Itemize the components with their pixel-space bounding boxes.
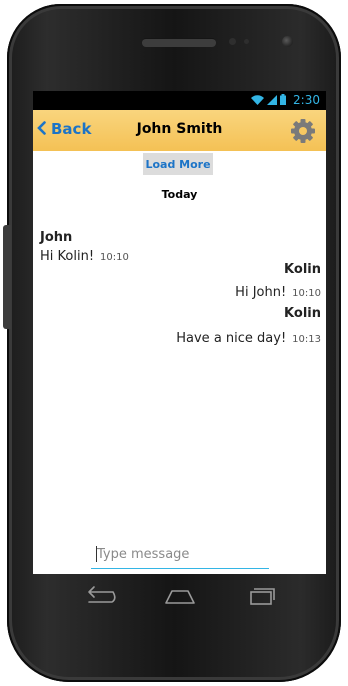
message-bubble: Hi Kolin! 10:10 [40, 249, 129, 264]
message-text: Hi Kolin! [40, 249, 95, 264]
earpiece-speaker [142, 38, 216, 47]
system-nav-bar [33, 574, 326, 620]
message-composer [91, 541, 269, 569]
wifi-icon [251, 95, 264, 105]
message-sender: Kolin [284, 306, 321, 321]
message-time: 10:10 [100, 252, 129, 263]
message-text: Have a nice day! [176, 331, 287, 346]
message-bubble: Have a nice day! 10:13 [176, 331, 321, 346]
message-bubble: Hi John! 10:10 [235, 285, 321, 300]
proximity-sensor [229, 38, 236, 45]
side-volume-button [3, 225, 11, 329]
conversation-title: John Smith [136, 121, 223, 137]
text-cursor [96, 546, 97, 562]
signal-icon [267, 95, 277, 105]
message-sender: John [40, 230, 73, 245]
home-icon[interactable] [160, 584, 200, 610]
status-time: 2:30 [293, 93, 320, 107]
app-bar: Back John Smith [33, 110, 326, 151]
message-time: 10:13 [292, 334, 321, 345]
recent-apps-icon[interactable] [241, 584, 281, 610]
back-nav-icon[interactable] [79, 584, 119, 610]
message-sender: Kolin [284, 262, 321, 277]
message-text: Hi John! [235, 285, 287, 300]
battery-icon [280, 94, 286, 105]
load-more-button[interactable]: Load More [143, 153, 213, 175]
day-separator: Today [161, 188, 198, 201]
gear-icon[interactable] [290, 118, 316, 144]
light-sensor [244, 39, 249, 44]
front-camera [282, 36, 293, 47]
message-input[interactable] [91, 541, 269, 568]
phone-screen: 2:30 Back John Smith Load More Today Joh… [33, 91, 326, 574]
message-time: 10:10 [292, 288, 321, 299]
status-bar: 2:30 [33, 91, 326, 110]
